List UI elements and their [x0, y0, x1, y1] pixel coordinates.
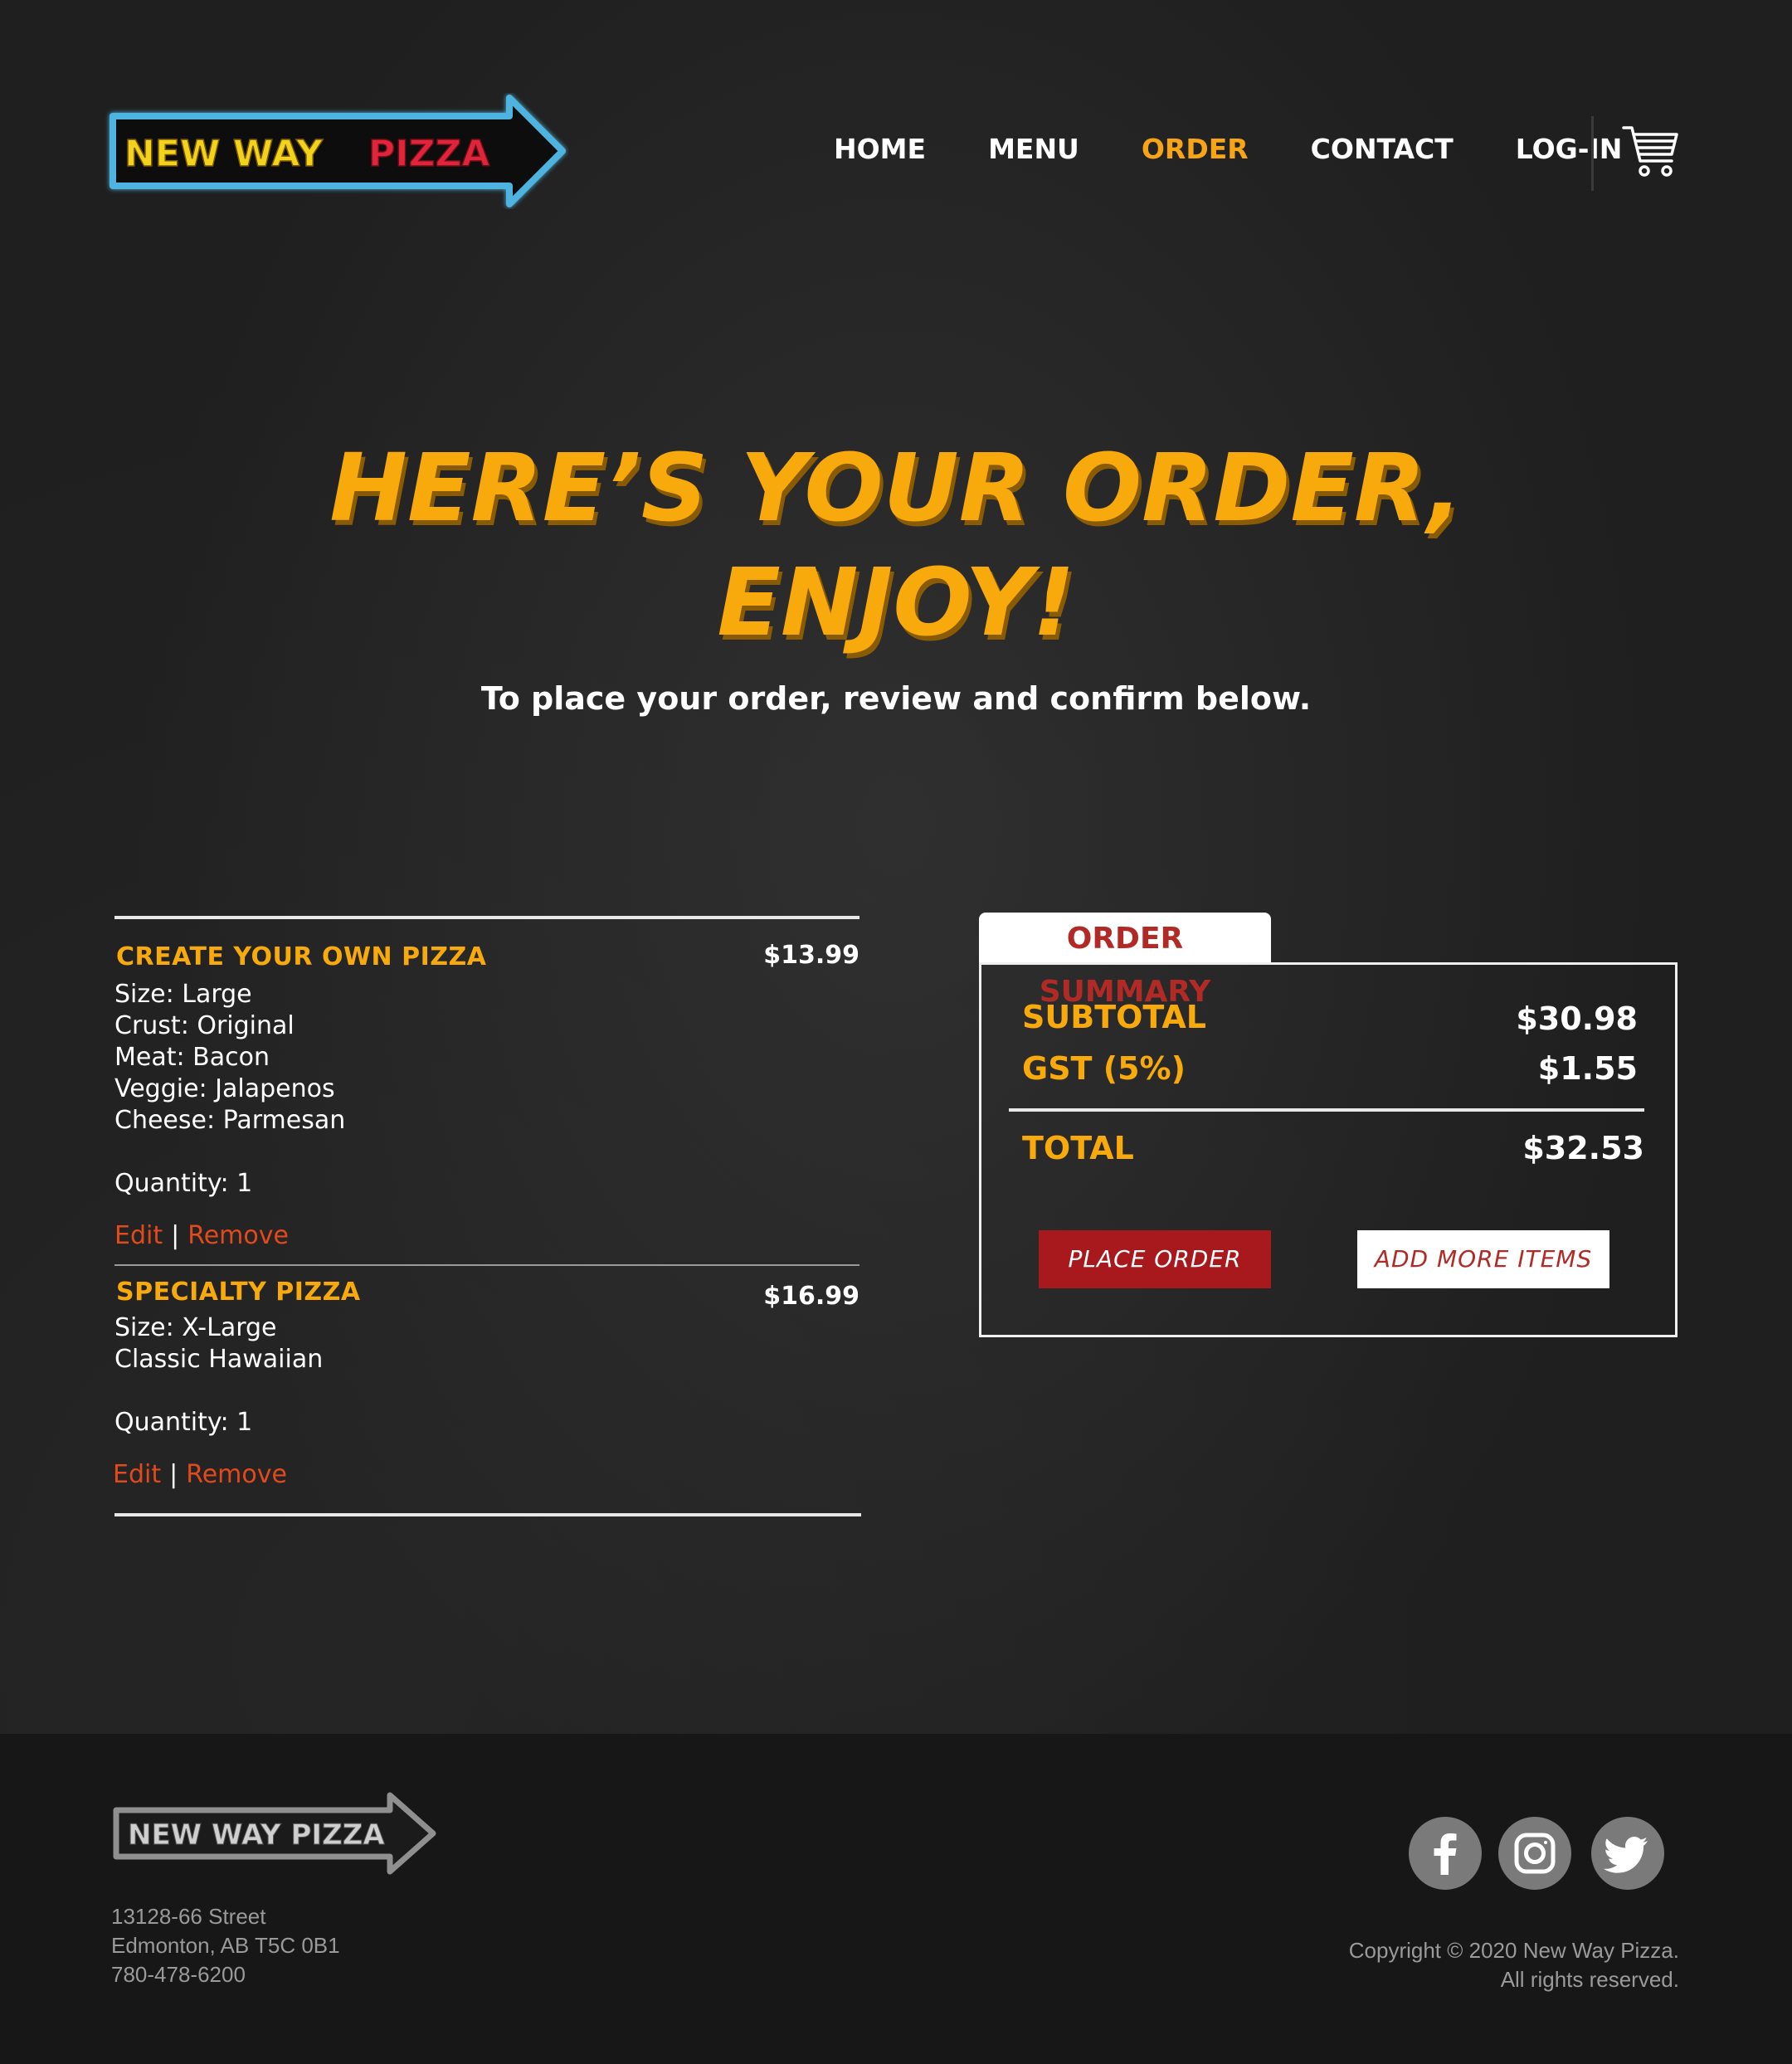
nav-home[interactable]: HOME: [834, 133, 926, 165]
item-2-details: Size: X-Large Classic Hawaiian: [114, 1312, 323, 1375]
footer-address: 13128-66 Street Edmonton, AB T5C 0B1 780…: [111, 1902, 340, 1989]
nav-divider: [1591, 116, 1594, 191]
item-1-title: CREATE YOUR OWN PIZZA: [116, 942, 487, 971]
footer: [0, 1734, 1792, 2064]
total-label: TOTAL: [1022, 1130, 1134, 1166]
nav-menu[interactable]: MENU: [988, 133, 1079, 165]
item-1-size: Size: Large: [114, 980, 252, 1009]
item-1-edit-link[interactable]: Edit: [114, 1221, 163, 1250]
main-nav: HOME MENU ORDER CONTACT LOG-IN: [834, 133, 1684, 165]
copyright: Copyright © 2020 New Way Pizza. All righ…: [1161, 1936, 1679, 1994]
shopping-cart-icon[interactable]: [1622, 124, 1680, 179]
item-2-action-separator: |: [169, 1460, 178, 1489]
item-1-actions: Edit | Remove: [114, 1221, 289, 1250]
gst-label: GST (5%): [1022, 1050, 1186, 1087]
items-divider: [114, 1264, 859, 1266]
order-summary-tab: ORDER SUMMARY: [979, 913, 1271, 1009]
page-title: HERE’S YOUR ORDER, ENJOY!: [166, 431, 1626, 660]
add-more-items-button[interactable]: ADD MORE ITEMS: [1357, 1230, 1609, 1288]
footer-logo-text: NEW WAY PIZZA: [128, 1818, 385, 1852]
logo-text-accent: PIZZA: [368, 133, 489, 175]
item-2-name: Classic Hawaiian: [114, 1345, 324, 1374]
item-1-price: $13.99: [763, 941, 859, 970]
copyright-line-1: Copyright © 2020 New Way Pizza.: [1348, 1938, 1679, 1963]
instagram-icon[interactable]: [1498, 1817, 1571, 1890]
item-1-veggie: Veggie: Jalapenos: [114, 1074, 335, 1103]
footer-logo[interactable]: NEW WAY PIZZA: [111, 1792, 440, 1875]
item-2-price: $16.99: [763, 1282, 859, 1311]
item-2-title: SPECIALTY PIZZA: [116, 1278, 361, 1307]
logo[interactable]: NEW WAY PIZZA: [105, 93, 569, 209]
item-2-remove-link[interactable]: Remove: [186, 1460, 287, 1489]
facebook-icon[interactable]: [1409, 1817, 1482, 1890]
page-title-line-2: ENJOY!: [717, 549, 1075, 657]
summary-rule: [1009, 1108, 1644, 1112]
item-1-crust: Crust: Original: [114, 1011, 295, 1040]
items-top-rule: [114, 916, 859, 919]
subtotal-value: $30.98: [1516, 1000, 1638, 1037]
item-1-cheese: Cheese: Parmesan: [114, 1106, 346, 1135]
total-value: $32.53: [1522, 1130, 1644, 1166]
page-subtitle: To place your order, review and confirm …: [480, 680, 1312, 717]
nav-order[interactable]: ORDER: [1142, 133, 1249, 165]
item-1-meat: Meat: Bacon: [114, 1043, 270, 1072]
page-title-line-1: HERE’S YOUR ORDER,: [329, 435, 1463, 543]
item-1-action-separator: |: [171, 1221, 180, 1250]
place-order-button[interactable]: PLACE ORDER: [1039, 1230, 1271, 1288]
items-bottom-rule: [114, 1513, 861, 1516]
item-1-details: Size: Large Crust: Original Meat: Bacon …: [114, 979, 345, 1137]
nav-login[interactable]: LOG-IN: [1516, 133, 1623, 165]
item-2-actions: Edit | Remove: [113, 1460, 287, 1489]
address-phone: 780-478-6200: [111, 1962, 246, 1987]
twitter-icon[interactable]: [1591, 1817, 1664, 1890]
item-2-edit-link[interactable]: Edit: [113, 1460, 161, 1489]
item-2-size: Size: X-Large: [114, 1313, 277, 1342]
item-1-remove-link[interactable]: Remove: [187, 1221, 289, 1250]
gst-value: $1.55: [1537, 1050, 1638, 1087]
item-2-quantity: Quantity: 1: [114, 1408, 253, 1437]
subtotal-label: SUBTOTAL: [1022, 999, 1207, 1035]
copyright-line-2: All rights reserved.: [1500, 1967, 1679, 1992]
nav-contact[interactable]: CONTACT: [1311, 133, 1454, 165]
logo-text-primary: NEW WAY: [124, 133, 324, 175]
item-1-quantity: Quantity: 1: [114, 1169, 253, 1198]
address-city: Edmonton, AB T5C 0B1: [111, 1933, 340, 1958]
address-street: 13128-66 Street: [111, 1904, 266, 1929]
